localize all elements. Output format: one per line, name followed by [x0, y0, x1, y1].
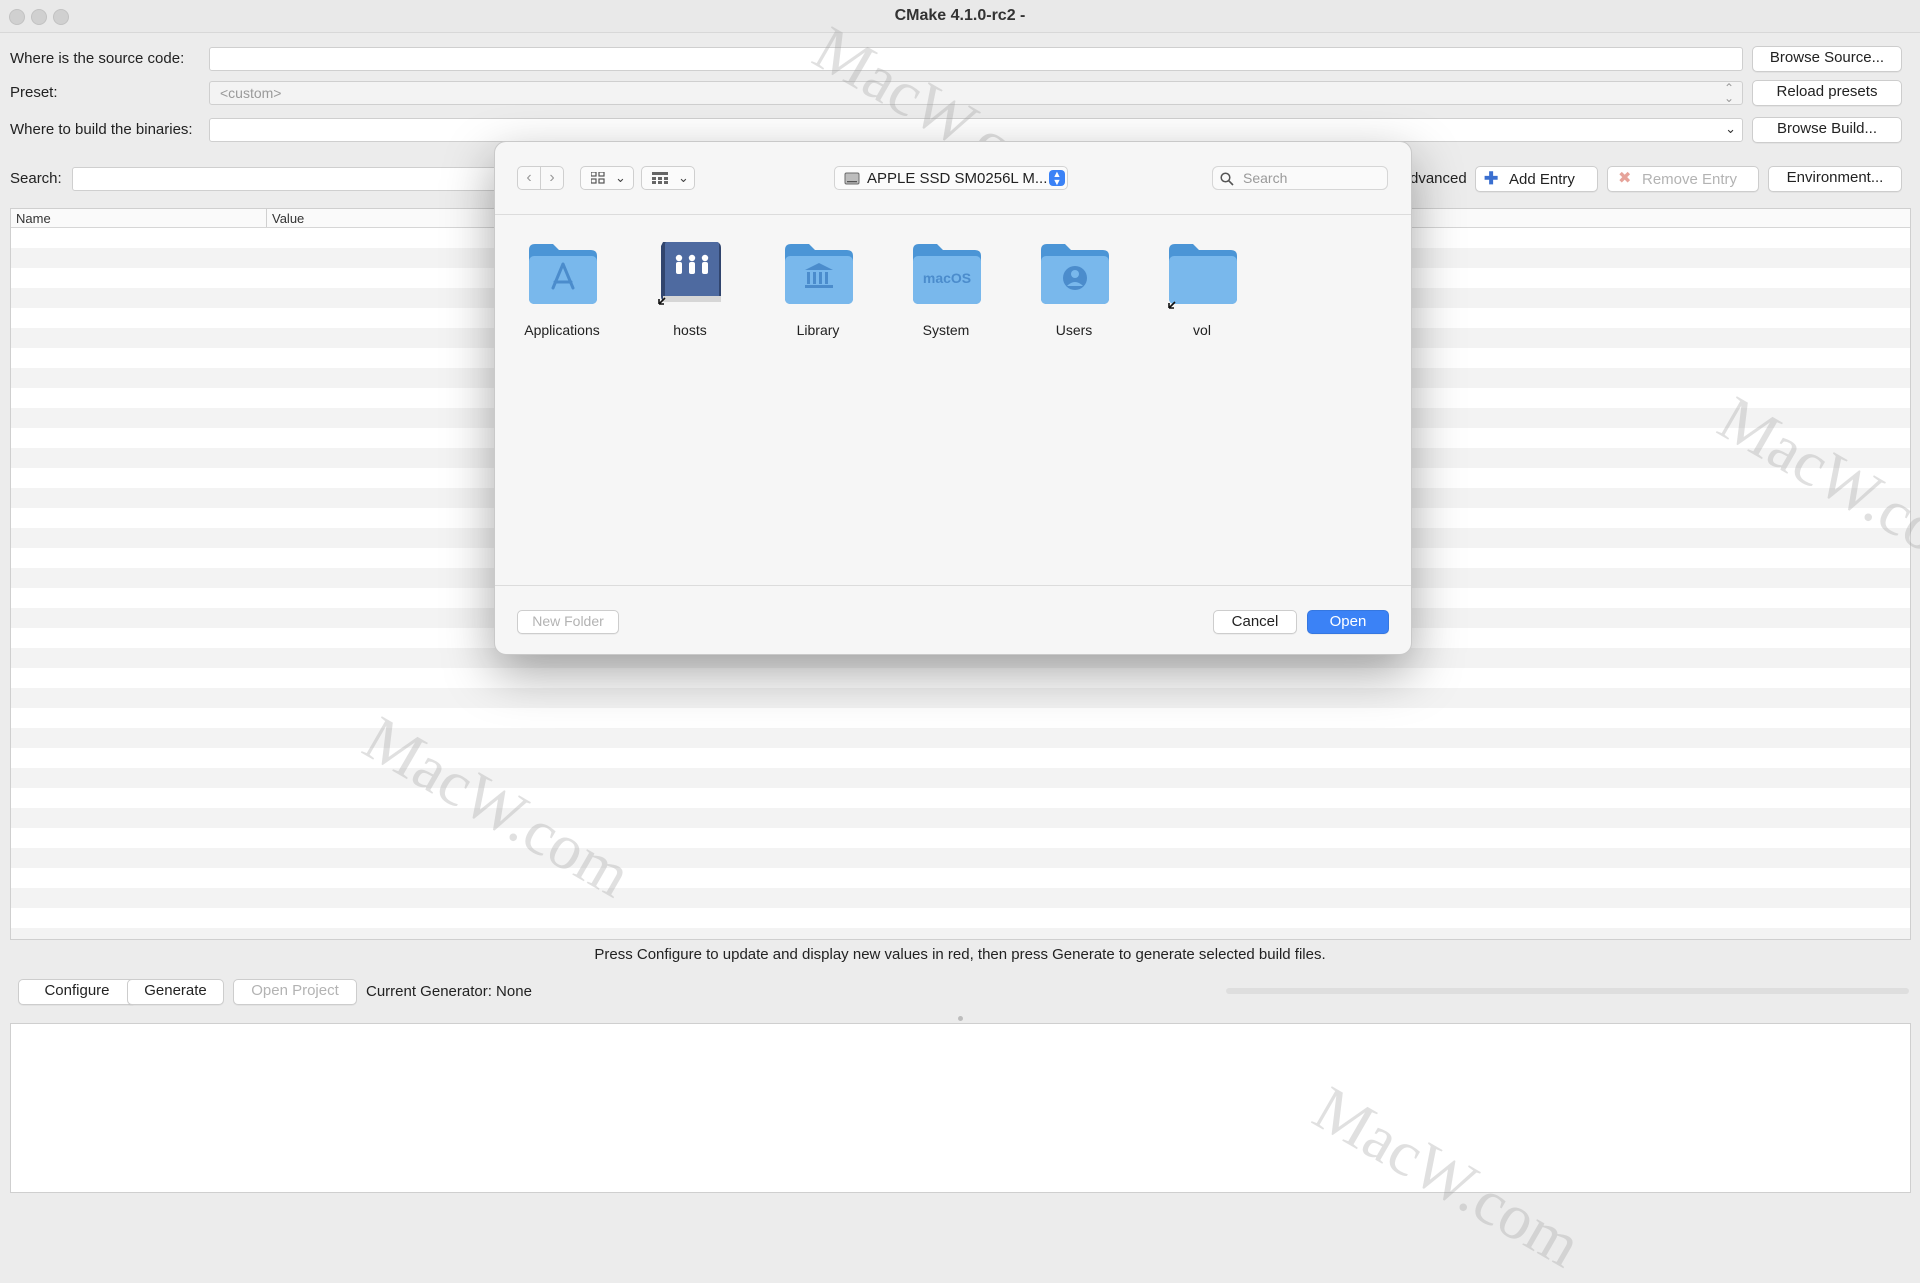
table-row [11, 728, 1910, 748]
progress-bar [1226, 988, 1909, 994]
forward-chevron-icon[interactable]: › [540, 166, 564, 190]
file-item-label: Applications [524, 322, 600, 338]
chevron-down-icon: ⌄ [678, 170, 689, 185]
icon-grid-icon [591, 172, 605, 184]
remove-entry-button[interactable]: ✖ Remove Entry [1607, 166, 1759, 192]
file-open-dialog: ‹ › ⌄ ⌄ APPLE SSD SM0256L M... ▲ ▼ Searc… [494, 141, 1412, 655]
advanced-checkbox-label[interactable]: dvanced [1410, 170, 1467, 187]
dialog-footer: New Folder Cancel Open [495, 585, 1411, 654]
window-title: CMake 4.1.0-rc2 - [894, 7, 1026, 24]
dialog-toolbar: ‹ › ⌄ ⌄ APPLE SSD SM0256L M... ▲ ▼ Searc… [495, 142, 1411, 215]
new-folder-button[interactable]: New Folder [517, 610, 619, 634]
source-label: Where is the source code: [10, 50, 185, 67]
column-value-header[interactable]: Value [272, 211, 304, 226]
applications-folder-icon [529, 244, 597, 304]
system-folder-badge: macOS [922, 270, 972, 286]
open-button[interactable]: Open [1307, 610, 1389, 634]
add-entry-button[interactable]: ✚ Add Entry [1475, 166, 1598, 192]
table-row [11, 928, 1910, 939]
plus-icon: ✚ [1484, 169, 1499, 188]
location-popup[interactable]: APPLE SSD SM0256L M... ▲ ▼ [834, 166, 1068, 190]
source-input[interactable] [209, 47, 1743, 71]
dialog-search-field[interactable]: Search [1212, 166, 1388, 190]
chevron-down-icon: ⌄ [615, 170, 626, 185]
up-down-chevron-icon: ⌃ ⌄ [1723, 81, 1734, 105]
search-placeholder: Search [1243, 170, 1288, 186]
file-item-label: System [922, 322, 970, 338]
search-input[interactable] [72, 167, 502, 191]
environment-button[interactable]: Environment... [1768, 166, 1902, 192]
splitter-handle[interactable] [958, 1016, 963, 1021]
browse-source-button[interactable]: Browse Source... [1752, 46, 1902, 72]
library-folder-icon [785, 244, 853, 304]
column-divider [266, 209, 267, 227]
search-label: Search: [10, 170, 62, 187]
popup-chevron-icon: ▲ ▼ [1049, 170, 1065, 187]
file-item-label: Library [796, 322, 840, 338]
users-folder-icon [1041, 244, 1109, 304]
location-label: APPLE SSD SM0256L M... [867, 170, 1048, 187]
table-row [11, 888, 1910, 908]
file-item-label: hosts [673, 322, 707, 338]
column-name-header[interactable]: Name [16, 211, 51, 226]
file-item-label: Users [1055, 322, 1093, 338]
browse-build-button[interactable]: Browse Build... [1752, 117, 1902, 143]
configure-button[interactable]: Configure [18, 979, 136, 1005]
table-row [11, 848, 1910, 868]
table-row [11, 688, 1910, 708]
hard-drive-icon [844, 172, 860, 185]
hosts-alias-icon [658, 242, 721, 305]
back-chevron-icon[interactable]: ‹ [517, 166, 541, 190]
remove-entry-label: Remove Entry [1642, 171, 1738, 188]
output-log[interactable] [10, 1023, 1911, 1193]
preset-value: <custom> [220, 85, 282, 101]
generate-button[interactable]: Generate [127, 979, 224, 1005]
title-bar: CMake 4.1.0-rc2 - [0, 0, 1920, 33]
view-mode-button[interactable]: ⌄ [580, 166, 634, 190]
remove-x-icon: ✖ [1618, 170, 1632, 187]
build-label: Where to build the binaries: [10, 121, 193, 138]
current-generator-text: Current Generator: None [366, 983, 532, 1000]
file-item-label: vol [1193, 322, 1211, 338]
search-icon [1220, 172, 1234, 186]
configure-hint: Press Configure to update and display ne… [594, 946, 1326, 963]
reload-presets-button[interactable]: Reload presets [1752, 80, 1902, 106]
open-project-button[interactable]: Open Project [233, 979, 357, 1005]
chevron-down-icon[interactable]: ⌄ [1725, 121, 1736, 137]
cancel-button[interactable]: Cancel [1213, 610, 1297, 634]
group-by-button[interactable]: ⌄ [641, 166, 695, 190]
table-row [11, 808, 1910, 828]
add-entry-label: Add Entry [1509, 171, 1575, 188]
group-grid-icon [652, 172, 668, 184]
table-row [11, 768, 1910, 788]
preset-label: Preset: [10, 84, 58, 101]
vol-alias-folder-icon [1168, 244, 1237, 309]
